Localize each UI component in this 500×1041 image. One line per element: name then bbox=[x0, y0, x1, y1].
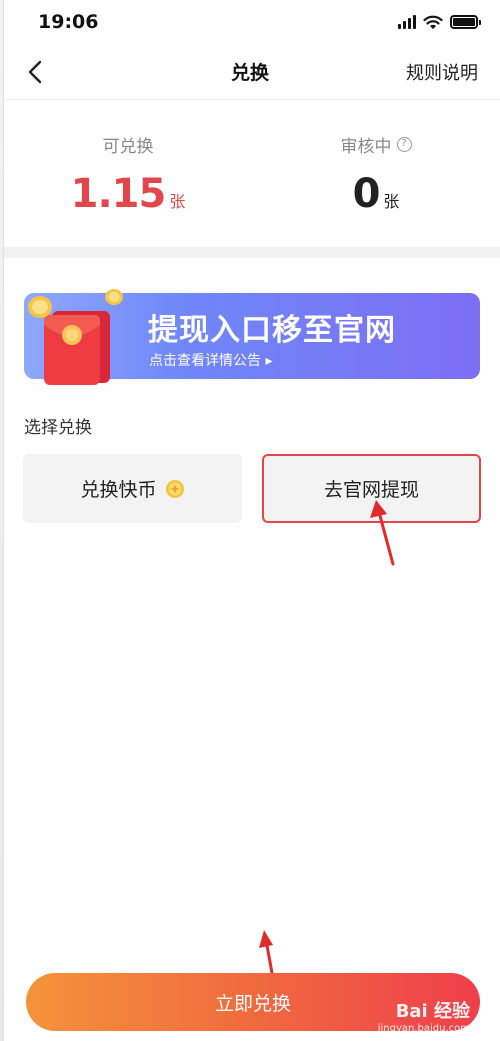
option-exchange-kuaibi-label: 兑换快币 bbox=[80, 479, 157, 501]
status-icons bbox=[398, 15, 481, 30]
red-envelope-icon bbox=[28, 289, 123, 385]
page-title: 兑换 bbox=[230, 62, 269, 84]
stat-available-label: 可兑换 bbox=[103, 132, 154, 157]
stat-reviewing: 审核中 ? 0 张 bbox=[252, 100, 500, 247]
back-chevron-icon[interactable] bbox=[22, 56, 52, 88]
stat-reviewing-value: 0 bbox=[352, 171, 381, 217]
stat-available-value: 1.15 bbox=[70, 171, 167, 217]
rules-link[interactable]: 规则说明 bbox=[406, 59, 478, 85]
stat-available-label-text: 可兑换 bbox=[102, 137, 154, 157]
withdraw-notice-banner[interactable]: 提现入口移至官网 点击查看详情公告 ▸ bbox=[24, 289, 480, 385]
option-official-site-withdraw-label: 去官网提现 bbox=[323, 479, 419, 501]
balance-stats: 可兑换 1.15 张 审核中 ? 0 张 bbox=[4, 100, 500, 247]
banner-subtitle[interactable]: 点击查看详情公告 ▸ bbox=[149, 350, 272, 370]
wifi-icon bbox=[423, 15, 443, 29]
status-time: 19:06 bbox=[38, 11, 99, 33]
stat-reviewing-value-row: 0 张 bbox=[353, 171, 400, 217]
status-bar: 19:06 bbox=[0, 0, 500, 44]
banner-title: 提现入口移至官网 bbox=[148, 313, 396, 348]
help-icon[interactable]: ? bbox=[396, 137, 412, 152]
exchange-now-label: 立即兑换 bbox=[214, 992, 291, 1015]
stat-available-unit: 张 bbox=[169, 192, 186, 211]
exchange-now-button[interactable]: 立即兑换 bbox=[26, 973, 480, 1031]
section-label: 选择兑换 bbox=[24, 418, 92, 438]
coin-icon bbox=[165, 479, 184, 498]
stat-reviewing-unit: 张 bbox=[383, 192, 400, 211]
signal-icon bbox=[398, 15, 416, 29]
option-official-site-withdraw[interactable]: 去官网提现 bbox=[262, 454, 481, 523]
stat-available-value-row: 1.15 张 bbox=[71, 171, 186, 217]
section-divider bbox=[4, 247, 500, 258]
nav-bar: 兑换 规则说明 bbox=[0, 44, 500, 100]
stat-reviewing-label: 审核中 ? bbox=[341, 132, 412, 157]
stat-available: 可兑换 1.15 张 bbox=[4, 100, 252, 247]
battery-icon bbox=[450, 15, 481, 29]
option-exchange-kuaibi[interactable]: 兑换快币 bbox=[23, 454, 242, 523]
stat-reviewing-label-text: 审核中 bbox=[340, 137, 392, 157]
